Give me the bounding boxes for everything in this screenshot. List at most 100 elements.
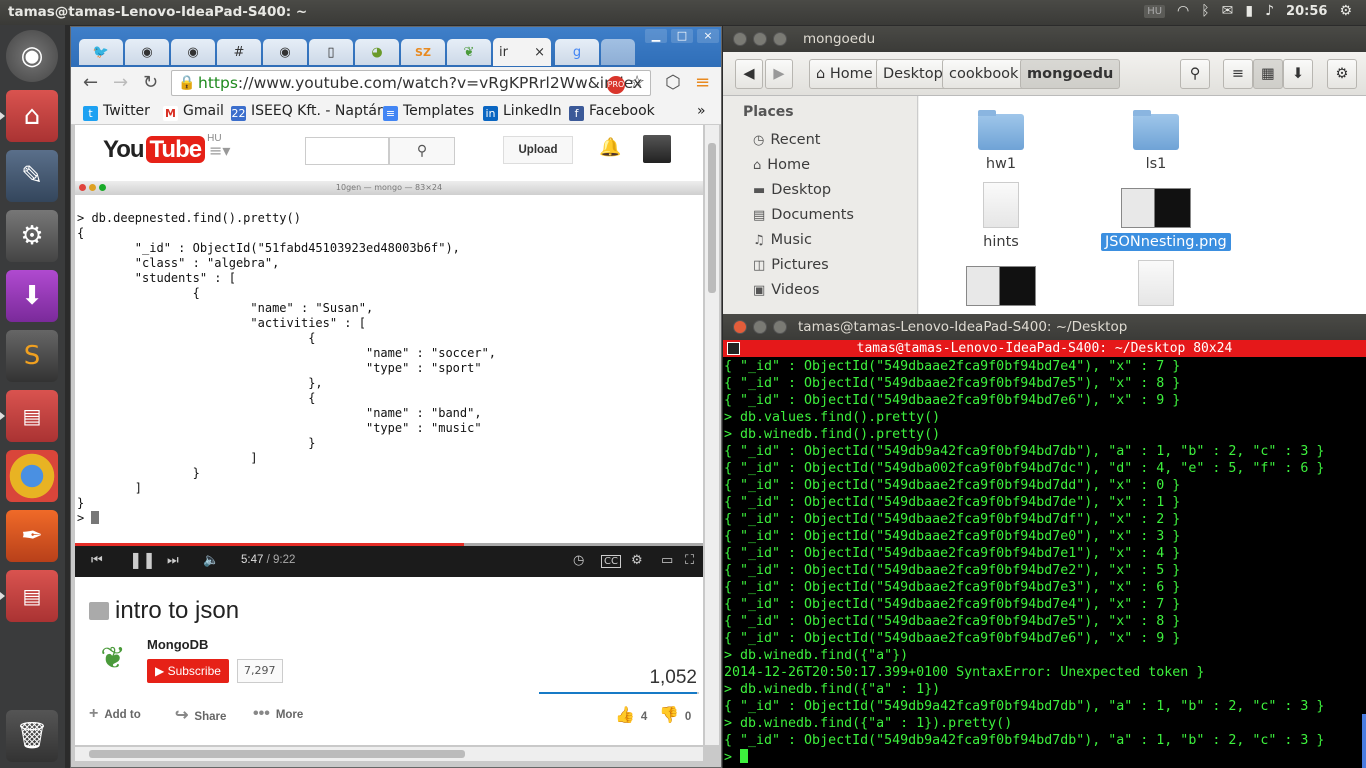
- tab-hash[interactable]: #: [217, 39, 261, 65]
- back-icon[interactable]: ←: [83, 72, 98, 93]
- wifi-icon[interactable]: ◠: [1177, 3, 1189, 19]
- tab-android[interactable]: ◕: [355, 39, 399, 65]
- files-icon[interactable]: ⌂: [0, 90, 58, 142]
- watch-later-icon[interactable]: ◷: [573, 553, 584, 568]
- battery-icon[interactable]: ▮: [1245, 3, 1253, 19]
- bookmark-gmail[interactable]: M Gmail: [163, 103, 224, 121]
- more-button[interactable]: ••• More: [253, 705, 303, 723]
- star-icon[interactable]: ☆: [629, 72, 645, 93]
- notifications-bell-icon[interactable]: 🔔: [599, 137, 621, 158]
- channel-logo-icon[interactable]: ❦: [95, 641, 131, 677]
- inkscape-icon[interactable]: ✒: [6, 510, 58, 562]
- grid-view-icon[interactable]: ▦: [1253, 59, 1283, 89]
- channel-name[interactable]: MongoDB: [147, 637, 208, 652]
- maximize-icon[interactable]: [773, 320, 787, 334]
- bluetooth-icon[interactable]: ᛒ: [1201, 3, 1209, 19]
- search-icon[interactable]: ⚲: [1180, 59, 1210, 89]
- keyboard-layout-indicator[interactable]: HU: [1144, 4, 1166, 18]
- tab-github[interactable]: ◉: [171, 39, 215, 65]
- tab-sz[interactable]: SZ: [401, 39, 445, 65]
- volume-icon[interactable]: ♪: [1265, 3, 1274, 19]
- text-editor-icon[interactable]: ✎: [6, 150, 58, 202]
- terminal-icon[interactable]: ▤: [0, 570, 58, 622]
- close-tab-icon[interactable]: ×: [534, 45, 545, 60]
- terminal-icon[interactable]: ▤: [0, 390, 58, 442]
- pause-icon[interactable]: ❚❚: [129, 550, 156, 569]
- sort-down-icon[interactable]: ⬇: [1283, 59, 1313, 89]
- like-button[interactable]: 👍 4: [615, 705, 647, 725]
- sidebar-item-desktop[interactable]: ▬ Desktop: [753, 182, 831, 198]
- next-icon[interactable]: ⏭: [167, 553, 179, 568]
- upload-button[interactable]: Upload: [503, 136, 573, 164]
- bookmark-calendar[interactable]: 22 ISEEQ Kft. - Naptár: [231, 103, 383, 121]
- sublime-text-icon[interactable]: S: [6, 330, 58, 382]
- tab-document[interactable]: ▯: [309, 39, 353, 65]
- fullscreen-icon[interactable]: ⛶: [685, 553, 694, 568]
- video-player[interactable]: 10gen — mongo — 83×24 > db.deepnested.fi…: [75, 181, 703, 577]
- maximize-icon[interactable]: [773, 32, 787, 46]
- search-button[interactable]: ⚲: [389, 137, 455, 165]
- file-item-jsonnesting[interactable]: JSONnesting.png: [1101, 188, 1231, 251]
- sidebar-item-music[interactable]: ♫ Music: [753, 232, 812, 248]
- clock[interactable]: 20:56: [1286, 4, 1327, 19]
- breadcrumb-home[interactable]: ⌂ Home: [809, 59, 880, 89]
- tab-twitter[interactable]: 🐦: [79, 39, 123, 65]
- sidebar-item-home[interactable]: ⌂ Home: [753, 157, 810, 173]
- dislike-button[interactable]: 👎 0: [659, 705, 691, 725]
- settings-icon[interactable]: ⚙: [6, 210, 58, 262]
- tab-github[interactable]: ◉: [125, 39, 169, 65]
- new-tab-button[interactable]: [601, 39, 635, 65]
- sidebar-item-pictures[interactable]: ◫ Pictures: [753, 257, 829, 273]
- horizontal-scrollbar[interactable]: [75, 747, 703, 761]
- trash-icon[interactable]: 🗑: [6, 710, 58, 762]
- list-view-icon[interactable]: ≡: [1223, 59, 1253, 89]
- forward-icon[interactable]: ▶: [765, 59, 793, 89]
- bookmark-twitter[interactable]: t Twitter: [83, 103, 150, 121]
- menu-icon[interactable]: ≡: [695, 72, 710, 93]
- mail-icon[interactable]: ✉: [1222, 3, 1234, 19]
- close-icon[interactable]: [733, 32, 747, 46]
- close-icon[interactable]: ×: [697, 29, 719, 43]
- forward-icon[interactable]: →: [113, 72, 128, 93]
- terminal-output[interactable]: { "_id" : ObjectId("549dbaae2fca9f0bf94b…: [724, 358, 1324, 766]
- captions-icon[interactable]: CC: [601, 555, 621, 568]
- file-item-ls1[interactable]: ls1: [1101, 110, 1211, 172]
- breadcrumb-mongoedu[interactable]: mongoedu: [1020, 59, 1121, 89]
- close-icon[interactable]: [733, 320, 747, 334]
- theater-mode-icon[interactable]: ▭: [661, 553, 673, 568]
- file-item-hints[interactable]: hints: [946, 182, 1056, 250]
- back-icon[interactable]: ◀: [735, 59, 763, 89]
- sidebar-item-videos[interactable]: ▣ Videos: [753, 282, 819, 298]
- power-gear-icon[interactable]: ⚙: [1339, 3, 1352, 19]
- minimize-icon[interactable]: ▁: [645, 29, 667, 43]
- dash-icon[interactable]: ◉: [6, 30, 58, 82]
- volume-icon[interactable]: 🔈: [203, 553, 219, 568]
- file-item-image[interactable]: [946, 266, 1056, 312]
- tab-google[interactable]: g: [555, 39, 599, 65]
- previous-icon[interactable]: ⏮: [91, 553, 103, 568]
- guide-menu-icon[interactable]: ≡▾: [209, 141, 230, 160]
- tab-mongodb[interactable]: ❦: [447, 39, 491, 65]
- minimize-icon[interactable]: [753, 32, 767, 46]
- maximize-icon[interactable]: □: [671, 29, 693, 43]
- file-item-hw1[interactable]: hw1: [946, 110, 1056, 172]
- chrome-icon[interactable]: [6, 450, 58, 502]
- sidebar-item-documents[interactable]: ▤ Documents: [753, 207, 854, 223]
- avatar[interactable]: [643, 135, 671, 163]
- bookmark-linkedin[interactable]: in LinkedIn: [483, 103, 562, 121]
- tab-github[interactable]: ◉: [263, 39, 307, 65]
- search-input[interactable]: [305, 137, 389, 165]
- reload-icon[interactable]: ↻: [143, 72, 158, 93]
- share-button[interactable]: ↪ Share: [175, 705, 226, 725]
- youtube-logo[interactable]: You Tube HU: [103, 133, 222, 164]
- gear-icon[interactable]: ⚙: [1327, 59, 1357, 89]
- bookmark-facebook[interactable]: f Facebook: [569, 103, 655, 121]
- bookmark-templates[interactable]: ≡ Templates: [383, 103, 474, 121]
- tab-active[interactable]: ir ×: [493, 38, 551, 66]
- more-bookmarks-button[interactable]: »: [697, 103, 706, 119]
- sidebar-item-recent[interactable]: ◷ Recent: [753, 132, 820, 148]
- vertical-scrollbar[interactable]: [705, 125, 719, 745]
- installer-icon[interactable]: ⬇: [6, 270, 58, 322]
- address-bar[interactable]: 🔒 https://www.youtube.com/watch?v=vRgKPRr…: [171, 70, 651, 96]
- settings-gear-icon[interactable]: ⚙: [631, 553, 643, 568]
